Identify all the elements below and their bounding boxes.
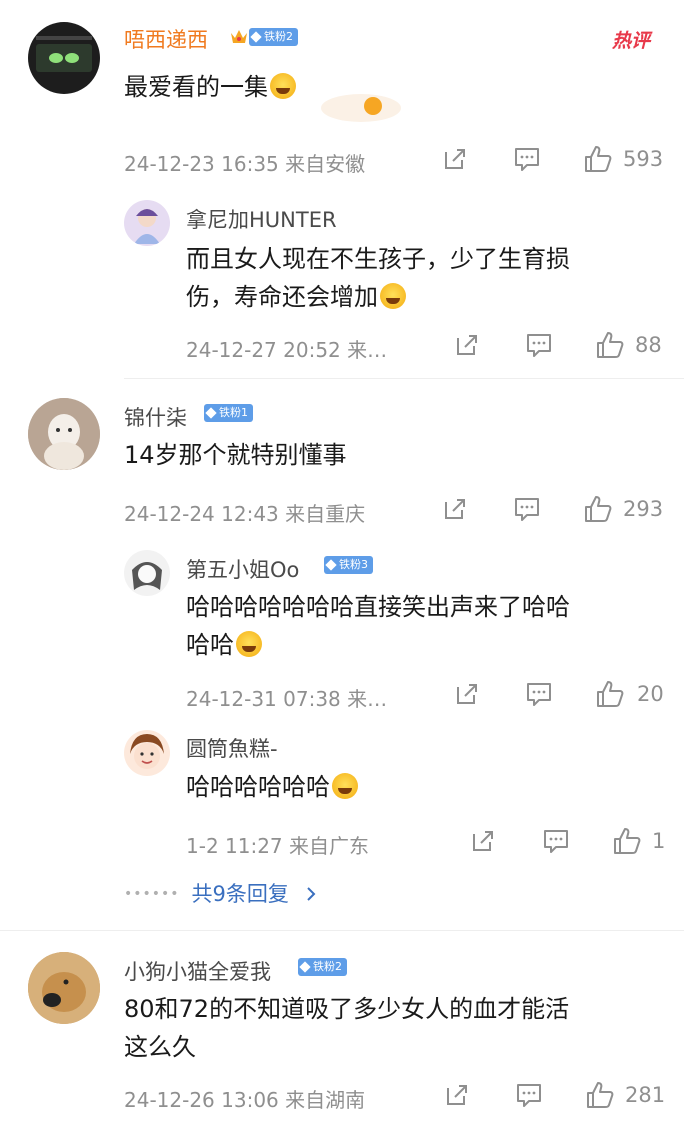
comment-text: 最爱看的一集 [124, 68, 296, 106]
comment-icon [515, 498, 539, 521]
username[interactable]: 圆筒魚糕- [186, 733, 278, 763]
reply-button[interactable] [513, 146, 541, 172]
comment-meta: 24-12-31 07:38 来… [186, 687, 388, 711]
like-count: 1 [652, 829, 666, 853]
fried-egg-sticker [321, 94, 401, 122]
avatar[interactable] [124, 730, 170, 776]
comment-meta: 24-12-23 16:35 来自安徽 [124, 152, 366, 176]
like-icon [597, 681, 624, 707]
comment-text: 哈哈哈哈哈哈哈直接笑出声来了哈哈 哈哈 [186, 593, 570, 659]
username[interactable]: 小狗小猫全爱我 [124, 956, 271, 986]
divider [0, 930, 684, 931]
share-icon [457, 684, 477, 704]
avatar[interactable] [28, 22, 100, 94]
share-button[interactable] [442, 496, 468, 522]
comment-text: 而且女人现在不生孩子，少了生育损 伤，寿命还会增加 [186, 245, 570, 311]
comment-meta: 24-12-26 13:06 来自湖南 [124, 1088, 366, 1112]
laugh-emoji-icon [332, 773, 358, 799]
hot-comment-label: 热评 [612, 30, 651, 52]
like-button[interactable]: 88 [595, 330, 662, 360]
laugh-emoji-icon [236, 631, 262, 657]
fan-badge[interactable]: 铁粉2 [249, 28, 298, 46]
comment-meta: 1-2 11:27 来自广东 [186, 834, 370, 858]
share-icon [445, 149, 465, 169]
fan-badge[interactable]: 铁粉3 [324, 556, 373, 574]
share-button[interactable] [442, 146, 468, 172]
username[interactable]: 第五小姐Oo [186, 554, 299, 584]
comment-text: 14岁那个就特别懂事 [124, 441, 347, 469]
like-button[interactable]: 20 [595, 679, 664, 709]
reply-button[interactable] [525, 332, 553, 358]
avatar[interactable] [124, 550, 170, 596]
like-count: 293 [623, 497, 664, 521]
like-count: 88 [635, 333, 662, 357]
chevron-right-icon [306, 887, 316, 901]
share-icon [457, 335, 477, 355]
like-icon [585, 496, 612, 522]
reply-button[interactable] [515, 1082, 543, 1108]
like-icon [587, 1082, 614, 1108]
comment-text: 哈哈哈哈哈哈 [186, 768, 358, 806]
username[interactable]: 锦什柒 [124, 402, 187, 432]
like-icon [597, 332, 624, 358]
crown-icon [231, 30, 247, 43]
reply-button[interactable] [542, 828, 570, 854]
laugh-emoji-icon [270, 73, 296, 99]
like-icon [614, 828, 641, 854]
surprised-emoji-icon [380, 283, 406, 309]
fan-badge[interactable]: 铁粉2 [298, 958, 347, 976]
comment-icon [527, 334, 551, 357]
ellipsis-icon: •••••• [124, 886, 180, 902]
comment-meta: 24-12-27 20:52 来… [186, 338, 388, 362]
username[interactable]: 唔西递西 [124, 24, 208, 54]
like-count: 281 [625, 1083, 666, 1107]
divider [124, 378, 684, 379]
like-icon [585, 146, 612, 172]
like-button[interactable]: 593 [583, 144, 663, 174]
like-button[interactable]: 1 [612, 826, 665, 856]
share-button[interactable] [454, 681, 480, 707]
like-button[interactable]: 293 [583, 494, 663, 524]
comment-meta: 24-12-24 12:43 来自重庆 [124, 502, 366, 526]
share-icon [445, 499, 465, 519]
share-icon [473, 831, 493, 851]
share-button[interactable] [454, 332, 480, 358]
share-button[interactable] [444, 1082, 470, 1108]
like-button[interactable]: 281 [585, 1080, 665, 1110]
avatar[interactable] [28, 952, 100, 1024]
comment-icon [544, 830, 568, 853]
username[interactable]: 拿尼加HUNTER [186, 204, 337, 234]
reply-button[interactable] [513, 496, 541, 522]
comment-icon [515, 148, 539, 171]
like-count: 20 [637, 682, 664, 706]
reply-button[interactable] [525, 681, 553, 707]
share-icon [447, 1085, 467, 1105]
view-more-replies-link[interactable]: •••••• 共9条回复 [124, 878, 318, 908]
avatar[interactable] [28, 398, 100, 470]
share-button[interactable] [470, 828, 496, 854]
avatar[interactable] [124, 200, 170, 246]
comment-text: 80和72的不知道吸了多少女人的血才能活 这么久 [124, 995, 570, 1061]
comment-icon [527, 683, 551, 706]
fan-badge[interactable]: 铁粉1 [204, 404, 253, 422]
comment-icon [517, 1084, 541, 1107]
like-count: 593 [623, 147, 664, 171]
